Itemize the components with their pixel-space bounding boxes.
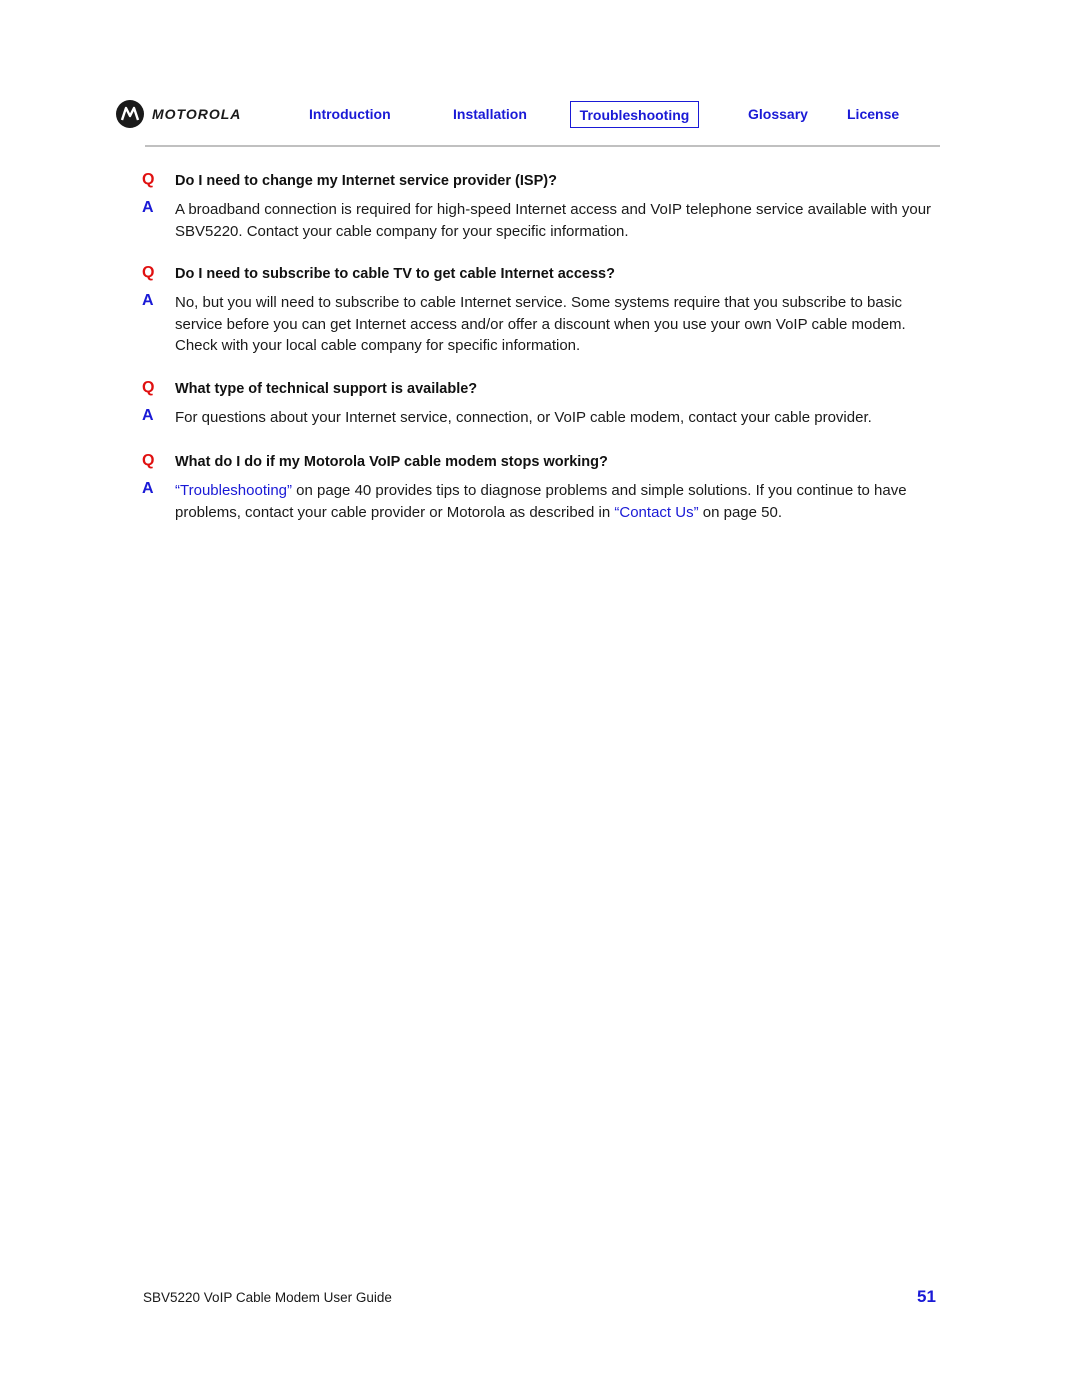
nav-troubleshooting-label: Troubleshooting [579,106,690,123]
footer-document-title: SBV5220 VoIP Cable Modem User Guide [143,1290,392,1305]
answer-text: No, but you will need to subscribe to ca… [175,294,906,354]
faq-item: Q What do I do if my Motorola VoIP cable… [142,452,942,523]
faq-item: Q What type of technical support is avai… [142,379,942,429]
question-text: Do I need to change my Internet service … [175,173,557,189]
answer-text-part: on page 50. [698,503,782,521]
question-marker: Q [142,452,155,469]
troubleshooting-link[interactable]: “Troubleshooting” [175,482,292,499]
question-text: Do I need to subscribe to cable TV to ge… [175,266,615,282]
page-header: MOTOROLA Introduction Installation Troub… [0,0,1080,150]
question-text: What type of technical support is availa… [175,381,478,397]
answer-marker: A [142,407,154,424]
answer-marker: A [142,480,154,497]
page-number: 51 [917,1287,936,1306]
question-text: What do I do if my Motorola VoIP cable m… [175,454,608,470]
logo-wordmark: MOTOROLA [152,106,242,122]
faq-item: Q Do I need to subscribe to cable TV to … [142,264,942,357]
nav-installation[interactable]: Installation [453,106,527,122]
header-divider [145,145,940,147]
answer-marker: A [142,199,154,216]
answer-marker: A [142,292,154,309]
answer-text: For questions about your Internet servic… [175,409,872,426]
motorola-logo: MOTOROLA [116,100,241,128]
question-row: Q What do I do if my Motorola VoIP cable… [142,452,942,473]
answer-row: A A broadband connection is required for… [142,199,942,242]
answer-text: A broadband connection is required for h… [175,201,932,240]
question-row: Q Do I need to subscribe to cable TV to … [142,264,942,285]
contact-us-link[interactable]: “Contact Us” [614,504,698,521]
question-row: Q What type of technical support is avai… [142,379,942,400]
answer-text: “Troubleshooting” on page 40 provides ti… [175,480,942,523]
question-marker: Q [142,171,155,188]
answer-row: A No, but you will need to subscribe to … [142,292,942,357]
question-marker: Q [142,379,155,396]
nav-troubleshooting[interactable]: Troubleshooting [570,101,699,128]
nav-glossary[interactable]: Glossary [748,106,808,122]
question-row: Q Do I need to change my Internet servic… [142,171,942,192]
faq-item: Q Do I need to change my Internet servic… [142,171,942,242]
answer-row: A “Troubleshooting” on page 40 provides … [142,480,942,523]
nav-license[interactable]: License [847,106,899,122]
motorola-batwing-icon [116,100,144,128]
nav-introduction[interactable]: Introduction [309,106,391,122]
question-marker: Q [142,264,155,281]
answer-row: A For questions about your Internet serv… [142,407,942,429]
